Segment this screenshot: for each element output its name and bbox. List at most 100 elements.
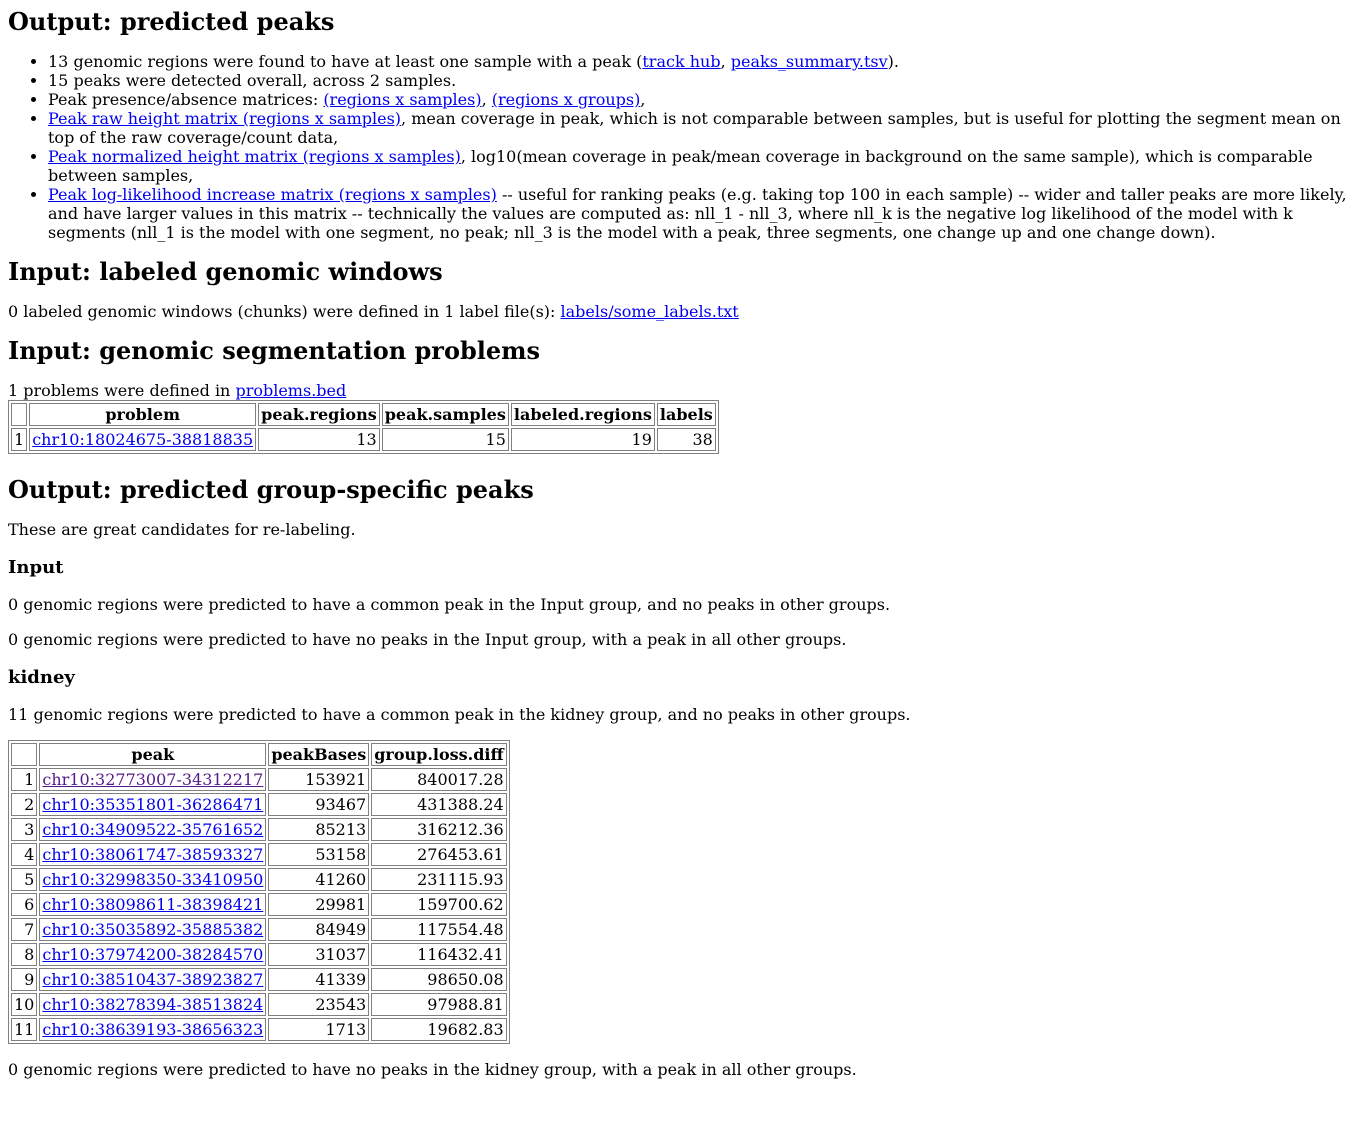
section-heading-labeled-windows: Input: labeled genomic windows — [8, 257, 443, 286]
normalized-height-matrix-link[interactable]: Peak normalized height matrix (regions x… — [48, 147, 461, 166]
peak-cell: chr10:38510437-38923827 — [39, 968, 267, 991]
table-header-row: peak peakBases group.loss.diff — [11, 743, 507, 766]
group-loss-diff-cell: 19682.83 — [371, 1018, 507, 1041]
column-header: problem — [29, 403, 257, 426]
row-number: 10 — [11, 993, 38, 1016]
input-group-common-peaks: 0 genomic regions were predicted to have… — [8, 595, 891, 614]
peak-cell: chr10:35351801-36286471 — [39, 793, 267, 816]
table-row: 3 chr10:34909522-35761652 85213 316212.36 — [11, 818, 507, 841]
group-loss-diff-cell: 840017.28 — [371, 768, 507, 791]
row-number: 3 — [11, 818, 38, 841]
row-number: 7 — [11, 918, 38, 941]
column-header — [11, 403, 28, 426]
peak-bases-cell: 29981 — [268, 893, 370, 916]
section-heading-predicted-peaks: Output: predicted peaks — [8, 7, 335, 36]
problems-table: problem peak.regions peak.samples labele… — [8, 400, 719, 454]
peak-link[interactable]: chr10:38639193-38656323 — [42, 1020, 263, 1039]
labels-cell: 38 — [656, 428, 716, 451]
column-header — [11, 743, 38, 766]
table-row: 10 chr10:38278394-38513824 23543 97988.81 — [11, 993, 507, 1016]
table-row: 5 chr10:32998350-33410950 41260 231115.93 — [11, 868, 507, 891]
table-row: 11 chr10:38639193-38656323 1713 19682.83 — [11, 1018, 507, 1041]
column-header: peak.samples — [381, 403, 509, 426]
group-loss-diff-cell: 98650.08 — [371, 968, 507, 991]
table-row: 4 chr10:38061747-38593327 53158 276453.61 — [11, 843, 507, 866]
peak-link[interactable]: chr10:37974200-38284570 — [42, 945, 263, 964]
labeled-regions-cell: 19 — [510, 428, 655, 451]
column-header: peak.regions — [258, 403, 380, 426]
group-loss-diff-cell: 117554.48 — [371, 918, 507, 941]
group-loss-diff-cell: 316212.36 — [371, 818, 507, 841]
row-number: 5 — [11, 868, 38, 891]
table-row: 6 chr10:38098611-38398421 29981 159700.62 — [11, 893, 507, 916]
column-header: labeled.regions — [510, 403, 655, 426]
list-item: Peak log-likelihood increase matrix (reg… — [48, 185, 1348, 242]
peak-bases-cell: 41260 — [268, 868, 370, 891]
peak-bases-cell: 53158 — [268, 843, 370, 866]
section-heading-group-specific-peaks: Output: predicted group-specific peaks — [8, 475, 534, 504]
peak-cell: chr10:35035892-35885382 — [39, 918, 267, 941]
label-file-link[interactable]: labels/some_labels.txt — [561, 302, 739, 321]
list-item: Peak raw height matrix (regions x sample… — [48, 109, 1348, 147]
table-header-row: problem peak.regions peak.samples labele… — [11, 403, 716, 426]
labels-summary: 0 labeled genomic windows (chunks) were … — [8, 302, 739, 321]
list-item: Peak normalized height matrix (regions x… — [48, 147, 1348, 185]
kidney-group-common-peaks: 11 genomic regions were predicted to hav… — [8, 705, 911, 724]
group-heading-input: Input — [8, 557, 64, 578]
peak-link[interactable]: chr10:34909522-35761652 — [42, 820, 263, 839]
peak-bases-cell: 41339 — [268, 968, 370, 991]
group-loss-diff-cell: 116432.41 — [371, 943, 507, 966]
presence-regions-groups-link[interactable]: (regions x groups) — [492, 90, 641, 109]
list-item: 15 peaks were detected overall, across 2… — [48, 71, 1348, 90]
input-group-no-peaks: 0 genomic regions were predicted to have… — [8, 630, 847, 649]
peak-bases-cell: 23543 — [268, 993, 370, 1016]
table-row: 7 chr10:35035892-35885382 84949 117554.48 — [11, 918, 507, 941]
peak-link[interactable]: chr10:35035892-35885382 — [42, 920, 263, 939]
loglik-increase-matrix-link[interactable]: Peak log-likelihood increase matrix (reg… — [48, 185, 497, 204]
column-header: group.loss.diff — [371, 743, 507, 766]
peak-cell: chr10:38639193-38656323 — [39, 1018, 267, 1041]
table-row: 9 chr10:38510437-38923827 41339 98650.08 — [11, 968, 507, 991]
peak-cell: chr10:37974200-38284570 — [39, 943, 267, 966]
row-number: 1 — [11, 428, 28, 451]
column-header: peak — [39, 743, 267, 766]
peak-link[interactable]: chr10:32998350-33410950 — [42, 870, 263, 889]
peak-samples-cell: 15 — [381, 428, 509, 451]
peaks-summary-link[interactable]: peaks_summary.tsv — [731, 52, 888, 71]
group-intro: These are great candidates for re-labeli… — [8, 520, 356, 539]
row-number: 4 — [11, 843, 38, 866]
group-loss-diff-cell: 431388.24 — [371, 793, 507, 816]
presence-regions-samples-link[interactable]: (regions x samples) — [323, 90, 481, 109]
peak-cell: chr10:38061747-38593327 — [39, 843, 267, 866]
column-header: labels — [656, 403, 716, 426]
table-row: 1 chr10:18024675-38818835 13 15 19 38 — [11, 428, 716, 451]
peak-link[interactable]: chr10:38098611-38398421 — [42, 895, 263, 914]
problem-link[interactable]: chr10:18024675-38818835 — [32, 430, 253, 449]
column-header: peakBases — [268, 743, 370, 766]
peak-link[interactable]: chr10:38061747-38593327 — [42, 845, 263, 864]
raw-height-matrix-link[interactable]: Peak raw height matrix (regions x sample… — [48, 109, 401, 128]
peak-link[interactable]: chr10:32773007-34312217 — [42, 770, 263, 789]
problem-cell: chr10:18024675-38818835 — [29, 428, 257, 451]
peak-cell: chr10:32998350-33410950 — [39, 868, 267, 891]
row-number: 1 — [11, 768, 38, 791]
peak-bases-cell: 84949 — [268, 918, 370, 941]
table-row: 1 chr10:32773007-34312217 153921 840017.28 — [11, 768, 507, 791]
group-loss-diff-cell: 231115.93 — [371, 868, 507, 891]
problems-bed-link[interactable]: problems.bed — [235, 381, 346, 400]
problems-summary: 1 problems were defined in problems.bed — [8, 381, 347, 400]
row-number: 6 — [11, 893, 38, 916]
peak-bases-cell: 1713 — [268, 1018, 370, 1041]
track-hub-link[interactable]: track hub — [642, 52, 720, 71]
group-loss-diff-cell: 276453.61 — [371, 843, 507, 866]
row-number: 8 — [11, 943, 38, 966]
page: Output: predicted peaks 13 genomic regio… — [0, 8, 1356, 1079]
peak-cell: chr10:38278394-38513824 — [39, 993, 267, 1016]
list-item: Peak presence/absence matrices: (regions… — [48, 90, 1348, 109]
kidney-peaks-table: peak peakBases group.loss.diff 1 chr10:32… — [8, 740, 510, 1044]
peak-cell: chr10:38098611-38398421 — [39, 893, 267, 916]
peak-link[interactable]: chr10:38278394-38513824 — [42, 995, 263, 1014]
group-loss-diff-cell: 97988.81 — [371, 993, 507, 1016]
peak-link[interactable]: chr10:35351801-36286471 — [42, 795, 263, 814]
peak-link[interactable]: chr10:38510437-38923827 — [42, 970, 263, 989]
